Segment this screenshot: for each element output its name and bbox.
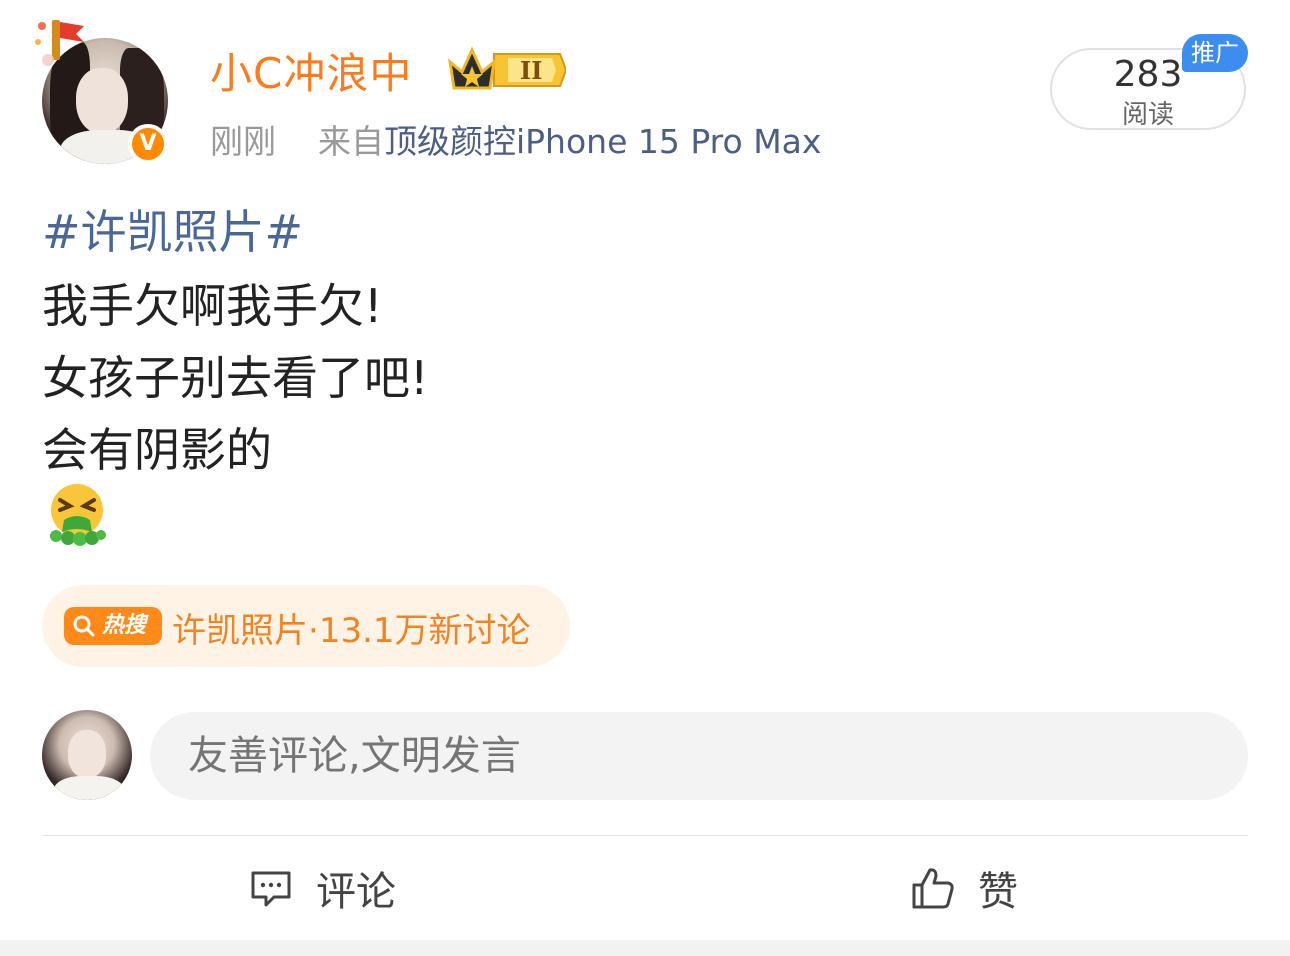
hot-topic: 许凯照片 (172, 611, 308, 651)
hot-separator: · (308, 611, 319, 651)
post-time: 刚刚 (210, 122, 276, 161)
comment-label: 评论 (316, 869, 396, 915)
bottom-separator (0, 940, 1290, 956)
source-link[interactable]: 顶级颜控iPhone 15 Pro Max (384, 122, 821, 161)
avatar-frame-flag-icon (35, 20, 84, 66)
like-button[interactable]: 赞 (910, 858, 1018, 918)
post-text-line: 会有阴影的 (42, 423, 272, 477)
comment-button[interactable]: 评论 (248, 858, 396, 918)
hot-search-label: 热搜 (102, 613, 147, 638)
comment-icon (251, 871, 291, 907)
user-avatar[interactable] (42, 710, 132, 800)
avatar-robe (54, 776, 124, 800)
post-hashtag[interactable]: #许凯照片# (42, 196, 303, 262)
verified-badge: V (128, 124, 168, 164)
avatar-face (68, 730, 106, 778)
hot-search-text: 许凯照片·13.1万新讨论 (172, 603, 531, 652)
promo-badge[interactable]: 推广 (1182, 34, 1248, 72)
author-name[interactable]: 小C冲浪中 (210, 40, 412, 101)
comment-input[interactable] (150, 712, 1248, 800)
svg-text:II: II (520, 56, 542, 85)
hot-search-tag: 热搜 (64, 607, 162, 645)
vomit-emoji-icon (50, 484, 106, 546)
hot-stat: 13.1万新讨论 (318, 611, 531, 651)
avatar-face (76, 68, 128, 134)
crown-level-icon[interactable]: II (448, 44, 566, 96)
read-label: 阅读 (1121, 100, 1174, 130)
divider (42, 835, 1248, 836)
thumbs-up-icon (912, 868, 954, 909)
hot-search-pill[interactable]: 热搜 许凯照片·13.1万新讨论 (42, 585, 570, 667)
post-text-line: 我手欠啊我手欠! (42, 279, 383, 333)
like-label: 赞 (978, 869, 1018, 915)
source-prefix: 来自 (317, 122, 384, 161)
search-icon (73, 615, 95, 637)
post-meta: 刚刚 来自顶级颜控iPhone 15 Pro Max (210, 115, 821, 163)
post-text-line: 女孩子别去看了吧! (42, 351, 429, 405)
